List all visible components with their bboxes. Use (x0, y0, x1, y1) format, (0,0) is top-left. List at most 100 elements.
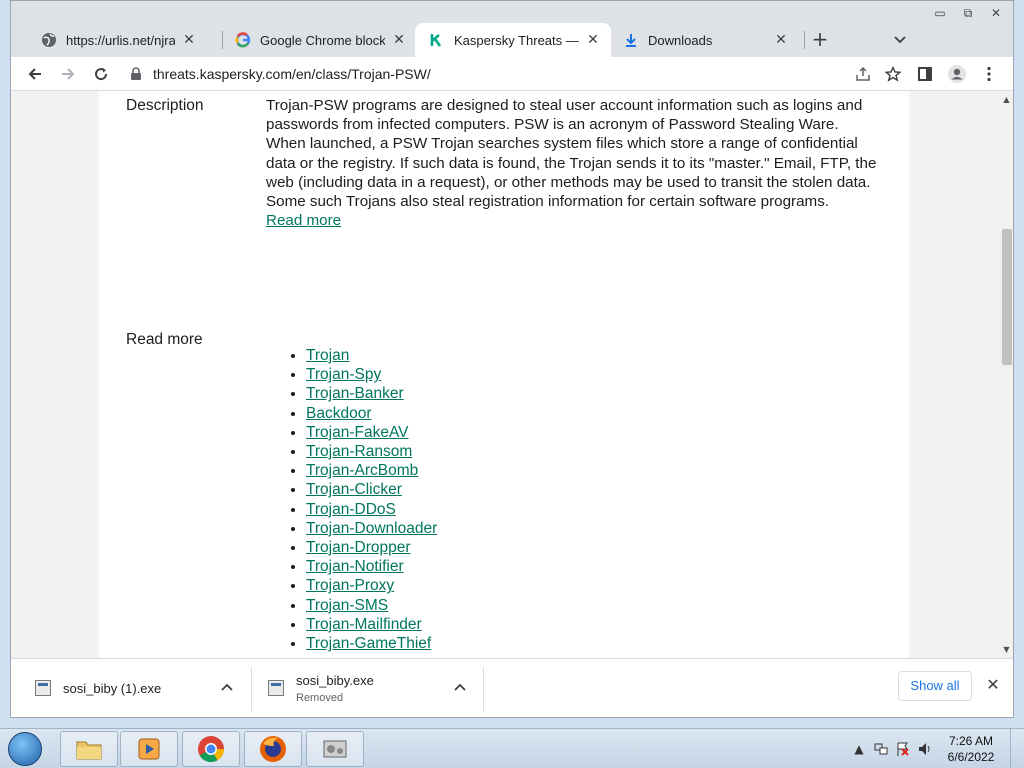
threat-link[interactable]: Trojan-ArcBomb (306, 462, 418, 479)
download-item[interactable]: sosi_biby.exe Removed (268, 663, 478, 713)
threat-link[interactable]: Trojan-Ransom (306, 443, 412, 460)
threat-link[interactable]: Trojan-Mailfinder (306, 616, 422, 633)
description-text: Trojan-PSW programs are designed to stea… (266, 96, 886, 230)
description-paragraph: When launched, a PSW Trojan searches sys… (266, 135, 877, 191)
share-icon[interactable] (853, 64, 873, 84)
close-icon[interactable]: ✕ (181, 32, 197, 48)
network-icon[interactable] (873, 741, 889, 757)
url-text: threats.kaspersky.com/en/class/Trojan-PS… (153, 66, 431, 82)
new-tab-button[interactable]: + (807, 27, 833, 53)
taskbar-program[interactable] (306, 731, 364, 767)
window-controls: ▭ ⧉ ✕ (927, 5, 1009, 23)
list-item: Trojan-Dropper (306, 538, 437, 557)
threat-link[interactable]: Trojan-Clicker (306, 481, 402, 498)
download-separator (483, 667, 484, 711)
address-bar[interactable]: threats.kaspersky.com/en/class/Trojan-PS… (123, 60, 901, 88)
threat-link[interactable]: Trojan-FakeAV (306, 424, 409, 441)
taskbar-chrome[interactable] (182, 731, 240, 767)
volume-icon[interactable] (917, 741, 933, 757)
folder-icon (76, 741, 102, 760)
lock-icon (131, 67, 141, 80)
chrome-icon (198, 736, 225, 763)
tab-title: Downloads (648, 32, 713, 48)
windows-logo-icon (8, 732, 42, 766)
minimize-button[interactable]: ▭ (927, 5, 953, 23)
action-center-flag-icon[interactable] (895, 741, 911, 757)
side-panel-icon (918, 67, 932, 81)
list-item: Trojan-Notifier (306, 557, 437, 576)
list-item: Trojan-SMS (306, 596, 437, 615)
scrollbar-thumb[interactable] (1002, 229, 1012, 365)
forward-button[interactable] (54, 60, 82, 88)
threat-link[interactable]: Trojan-Banker (306, 385, 404, 402)
chevron-up-icon[interactable] (221, 680, 233, 694)
arrow-right-icon (62, 68, 75, 80)
list-item: Trojan-Spy (306, 365, 437, 384)
scroll-down-icon[interactable]: ▼ (998, 641, 1013, 658)
tab-downloads[interactable]: Downloads ✕ (609, 23, 799, 57)
threat-link[interactable]: Trojan-Downloader (306, 520, 437, 537)
show-hidden-icons-icon[interactable]: ▲ (851, 741, 867, 757)
download-item[interactable]: sosi_biby (1).exe (35, 663, 245, 713)
list-item: Trojan-Ransom (306, 442, 437, 461)
menu-button[interactable] (975, 60, 1003, 88)
read-more-label: Read more (126, 331, 203, 348)
chevron-down-icon (894, 36, 906, 44)
download-filename: sosi_biby.exe (296, 672, 374, 688)
close-icon[interactable]: ✕ (391, 32, 407, 48)
tab-urlis[interactable]: https://urlis.net/njrat ✕ (27, 23, 207, 57)
side-panel-button[interactable] (911, 60, 939, 88)
download-icon (623, 32, 639, 48)
reload-button[interactable] (87, 60, 115, 88)
read-more-link[interactable]: Read more (266, 212, 341, 229)
show-desktop-button[interactable] (1010, 729, 1024, 768)
threat-link[interactable]: Backdoor (306, 405, 371, 422)
avatar-icon (948, 65, 966, 83)
taskbar-firefox[interactable] (244, 731, 302, 767)
clock[interactable]: 7:26 AM 6/6/2022 (936, 733, 1006, 765)
close-icon[interactable]: ✕ (585, 32, 601, 48)
description-paragraph: Trojan-PSW programs are designed to stea… (266, 97, 863, 134)
maximize-button[interactable]: ⧉ (955, 5, 981, 23)
threat-link[interactable]: Trojan-Notifier (306, 558, 404, 575)
threat-link[interactable]: Trojan-GameThief (306, 635, 431, 652)
threat-link[interactable]: Trojan (306, 347, 349, 364)
description-label: Description (126, 97, 204, 114)
threat-link[interactable]: Trojan-Spy (306, 366, 381, 383)
list-item: Trojan-Banker (306, 384, 437, 403)
taskbar-explorer[interactable] (60, 731, 118, 767)
start-button[interactable] (2, 731, 48, 767)
scroll-up-icon[interactable]: ▲ (998, 91, 1013, 108)
threat-link[interactable]: Trojan-Proxy (306, 577, 394, 594)
tab-google[interactable]: Google Chrome blocks ✕ (221, 23, 417, 57)
close-icon[interactable]: ✕ (983, 675, 1003, 695)
google-icon (235, 32, 251, 48)
list-item: Trojan-DDoS (306, 500, 437, 519)
show-all-button[interactable]: Show all (898, 671, 972, 701)
bookmark-star-icon[interactable] (883, 64, 903, 84)
clock-date: 6/6/2022 (947, 750, 995, 764)
tab-kaspersky[interactable]: Kaspersky Threats — Tro ✕ (415, 23, 611, 57)
chevron-up-icon[interactable] (454, 680, 466, 694)
tab-search-button[interactable] (887, 27, 913, 53)
exe-file-icon (268, 680, 284, 696)
system-tray: ▲ 7:26 AM 6/6/2022 (848, 729, 1024, 768)
close-window-button[interactable]: ✕ (983, 5, 1009, 23)
kaspersky-icon (429, 32, 445, 48)
more-vert-icon (987, 66, 991, 82)
taskbar: ▲ 7:26 AM 6/6/2022 (0, 728, 1024, 768)
threat-link[interactable]: Trojan-DDoS (306, 501, 396, 518)
threat-link[interactable]: Trojan-SMS (306, 597, 388, 614)
tab-strip: https://urlis.net/njrat ✕ Google Chrome … (11, 1, 1013, 57)
taskbar-media-player[interactable] (120, 731, 178, 767)
globe-icon (41, 32, 57, 48)
download-bar: sosi_biby (1).exe sosi_biby.exe Removed … (11, 658, 1013, 717)
list-item: Trojan-GameThief (306, 634, 437, 653)
page-viewport: Description Trojan-PSW programs are desi… (11, 91, 1013, 658)
vertical-scrollbar[interactable]: ▲ ▼ (998, 91, 1013, 658)
close-icon[interactable]: ✕ (773, 32, 789, 48)
back-button[interactable] (21, 60, 49, 88)
profile-button[interactable] (943, 60, 971, 88)
media-player-icon (138, 738, 160, 760)
threat-link[interactable]: Trojan-Dropper (306, 539, 411, 556)
